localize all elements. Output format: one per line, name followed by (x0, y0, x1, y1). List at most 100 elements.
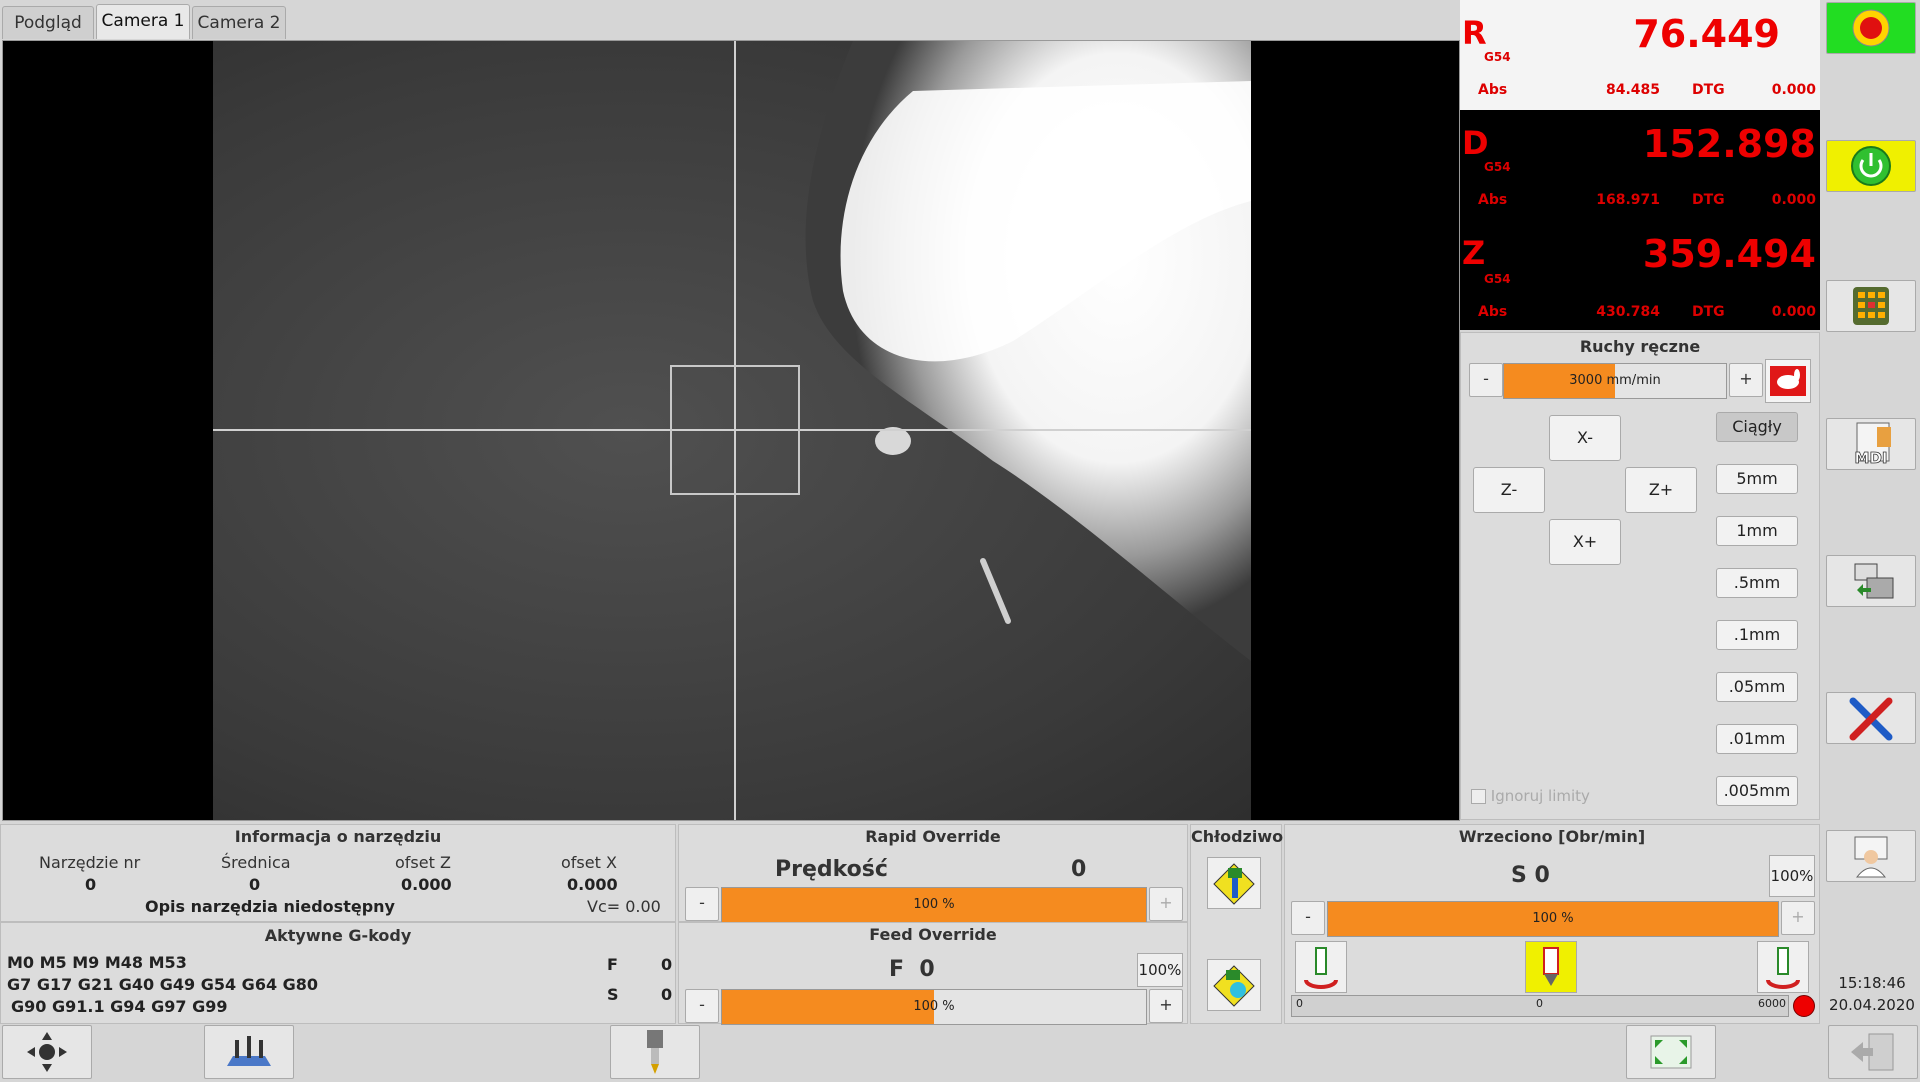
fullscreen-icon (1650, 1035, 1692, 1069)
jog-feed-plus[interactable]: + (1729, 363, 1763, 397)
step-5mm[interactable]: 5mm (1716, 464, 1798, 494)
mdi-button[interactable]: MDI (1826, 418, 1916, 470)
gcodes-s-label: S (607, 985, 619, 1004)
power-button[interactable] (1826, 140, 1916, 192)
spindle-stop-button[interactable] (1525, 941, 1577, 993)
home-axes-button[interactable] (2, 1025, 92, 1079)
spindle-tool-button[interactable] (610, 1025, 700, 1079)
coolant-panel: Chłodziwo (1190, 824, 1283, 1024)
camera-image (213, 41, 1251, 820)
axis-d-value[interactable]: 152.898 (1616, 122, 1816, 166)
step-1mm[interactable]: 1mm (1716, 516, 1798, 546)
spindle-panel: Wrzeciono [Obr/min] S 0 100% - 100 % + 0… (1284, 824, 1820, 1024)
jog-x-plus[interactable]: X+ (1549, 519, 1621, 565)
spindle-override-bar[interactable]: 100 % (1327, 901, 1779, 937)
rapid-speed-label: Prędkość (775, 857, 888, 882)
feed-value: F 0 (889, 957, 935, 982)
gcodes-panel: Aktywne G-kody M0 M5 M9 M48 M53 G7 G17 G… (0, 922, 676, 1024)
jog-x-minus[interactable]: X- (1549, 415, 1621, 461)
tool-number-value: 0 (85, 875, 97, 894)
feed-override-bar[interactable]: 100 % (721, 989, 1147, 1025)
chip-fragment (875, 427, 911, 455)
machine-setup-button[interactable] (1826, 555, 1916, 607)
axis-z-value[interactable]: 359.494 (1616, 232, 1816, 276)
step-0-5mm[interactable]: .5mm (1716, 568, 1798, 598)
spindle-scale-min: 0 (1296, 997, 1303, 1010)
wrench-screwdriver-icon (1849, 697, 1893, 741)
coolant-mist-icon (1213, 965, 1255, 1007)
axis-z-dtg-label: DTG (1692, 304, 1725, 320)
operator-icon (1854, 836, 1888, 878)
tab-camera-2[interactable]: Camera 2 (192, 6, 286, 39)
spindle-minus-button[interactable]: - (1291, 901, 1325, 935)
spindle-plus-button[interactable]: + (1781, 901, 1815, 935)
rapid-speed-value: 0 (1071, 857, 1087, 882)
jog-feed-minus[interactable]: - (1469, 363, 1503, 397)
axis-z-cs: G54 (1484, 272, 1511, 286)
feed-override-title: Feed Override (869, 925, 997, 944)
jog-z-minus[interactable]: Z- (1473, 467, 1545, 513)
operator-button[interactable] (1826, 830, 1916, 882)
spindle-cw-button[interactable] (1757, 941, 1809, 993)
camera-view (2, 40, 1460, 821)
step-0-01mm[interactable]: .01mm (1716, 724, 1798, 754)
debris-streak (980, 558, 1011, 624)
feed-plus-button[interactable]: + (1149, 989, 1183, 1023)
jog-speed-toggle[interactable] (1765, 359, 1811, 403)
axis-r-value[interactable]: 76.449 (1580, 12, 1780, 56)
pendant-button[interactable] (1826, 280, 1916, 332)
tab-bar: Podgląd Camera 1 Camera 2 (0, 0, 1458, 39)
jog-z-plus[interactable]: Z+ (1625, 467, 1697, 513)
camera-feed-drawing (213, 41, 1251, 820)
fullscreen-button[interactable] (1626, 1025, 1716, 1079)
feed-override-text: 100 % (913, 999, 955, 1014)
feed-minus-button[interactable]: - (685, 989, 719, 1023)
axis-z-letter: Z (1462, 234, 1486, 272)
axis-d-dtg-value: 0.000 (1771, 192, 1816, 208)
spindle-scale-max: 6000 (1758, 997, 1786, 1010)
axis-r-dtg-label: DTG (1692, 82, 1725, 98)
axis-z-abs-value: 430.784 (1596, 304, 1660, 320)
tool-table-button[interactable] (204, 1025, 294, 1079)
axis-r-abs-label: Abs (1478, 82, 1508, 98)
keypad-icon (1853, 287, 1889, 325)
step-0-1mm[interactable]: .1mm (1716, 620, 1798, 650)
step-continuous[interactable]: Ciągły (1716, 412, 1798, 442)
ignore-limits-row[interactable]: Ignoruj limity (1471, 787, 1590, 805)
jog-feed-text: 3000 mm/min (1569, 373, 1661, 388)
clock-date: 20.04.2020 (1829, 996, 1915, 1014)
coolant-flood-button[interactable] (1207, 857, 1261, 909)
step-0-05mm[interactable]: .05mm (1716, 672, 1798, 702)
tools-button[interactable] (1826, 692, 1916, 744)
tool-offset-z-label: ofset Z (395, 853, 451, 872)
machine-icon (1854, 563, 1894, 599)
rapid-override-panel: Rapid Override Prędkość 0 - 100 % + (678, 824, 1188, 923)
feed-reset-button[interactable]: 100% (1137, 953, 1183, 987)
step-0-005mm[interactable]: .005mm (1716, 776, 1798, 806)
rapid-minus-button[interactable]: - (685, 887, 719, 921)
spindle-speed: S 0 (1511, 863, 1550, 888)
tab-preview[interactable]: Podgląd (2, 6, 94, 39)
estop-button[interactable] (1826, 2, 1916, 54)
clock-time: 15:18:46 (1838, 974, 1906, 992)
tool-diameter-value: 0 (249, 875, 261, 894)
tool-info-title: Informacja o narzędziu (234, 827, 442, 846)
jog-feed-bar[interactable]: 3000 mm/min (1503, 363, 1727, 399)
ignore-limits-checkbox[interactable] (1471, 789, 1486, 804)
axis-r-cs: G54 (1484, 50, 1511, 64)
tab-camera-1[interactable]: Camera 1 (96, 4, 190, 39)
dro-r-panel: R G54 76.449 Abs 84.485 DTG 0.000 (1460, 0, 1820, 110)
coolant-mist-button[interactable] (1207, 959, 1261, 1011)
tool-offset-x-label: ofset X (561, 853, 617, 872)
spindle-ccw-button[interactable] (1295, 941, 1347, 993)
rapid-override-bar[interactable]: 100 % (721, 887, 1147, 923)
rapid-plus-button[interactable]: + (1149, 887, 1183, 921)
ignore-limits-label: Ignoruj limity (1490, 787, 1590, 805)
spindle-title: Wrzeciono [Obr/min] (1458, 827, 1646, 846)
exit-button[interactable] (1828, 1025, 1918, 1079)
spindle-reset-button[interactable]: 100% (1769, 855, 1815, 897)
spindle-cw-icon (1766, 947, 1800, 989)
gcodes-s-value: 0 (661, 985, 673, 1004)
gcodes-line-2: G7 G17 G21 G40 G49 G54 G64 G80 (7, 975, 319, 994)
spindle-rpm-gauge: 0 0 6000 (1291, 995, 1789, 1017)
